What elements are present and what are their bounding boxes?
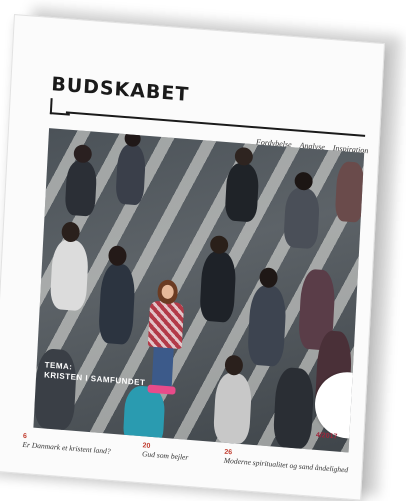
girl-figure-legs [151,344,174,389]
toc-item: 26 Moderne spiritualitet og sand åndelig… [224,449,349,475]
toc-item: 6 Er Danmark et kristent land? [22,433,111,456]
toc-item: 20 Gud som bejler [142,442,189,462]
masthead: BUDSKABET [50,73,190,106]
magazine-cover: BUDSKABET Fordybelse Analyse Inspiration [0,14,385,501]
cover-photo: 4/2017 TEMA: KRISTEN I SAMFUNDET [33,128,365,453]
girl-figure-shirt [147,300,185,350]
